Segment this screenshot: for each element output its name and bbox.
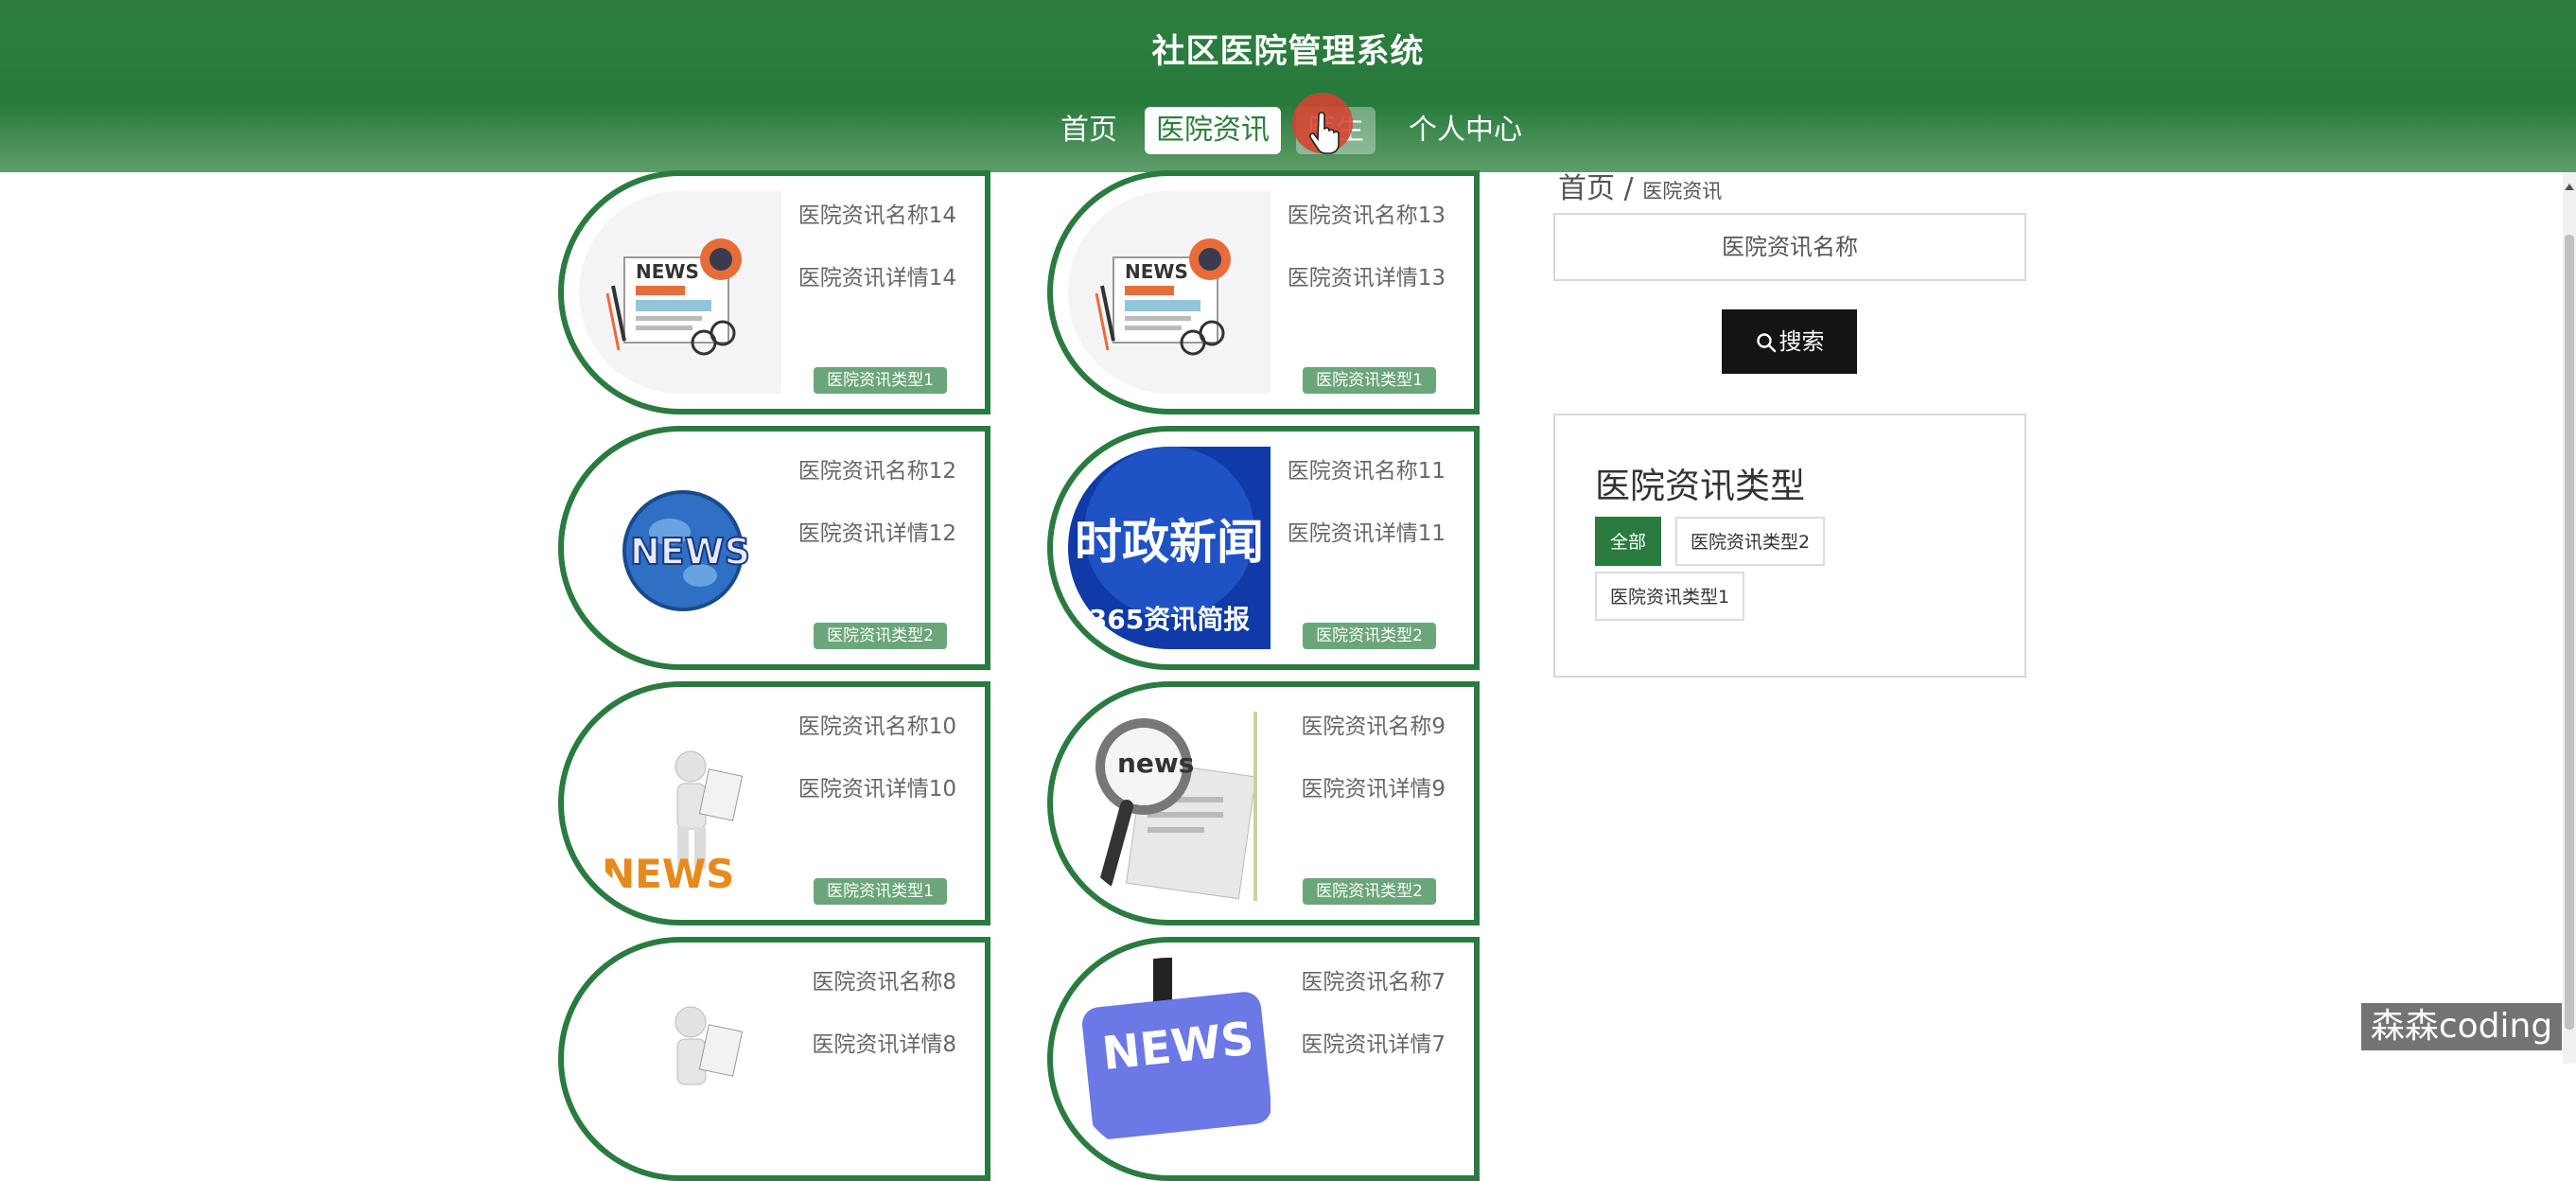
news-name-search-input[interactable] [1553, 213, 2026, 281]
news-thumbnail: NEWS [579, 191, 781, 394]
news-thumbnail: NEWS [579, 702, 781, 905]
nav-personal-center[interactable]: 个人中心 [1394, 107, 1536, 154]
nav-home[interactable]: 首页 [1050, 107, 1128, 154]
breadcrumb-current: 医院资讯 [1642, 180, 1723, 203]
newspaper-illustration-icon: NEWS [579, 191, 781, 394]
type-tag-type1[interactable]: 医院资讯类型1 [1595, 572, 1745, 621]
search-button-label: 搜索 [1779, 328, 1825, 355]
news-card[interactable]: 医院资讯名称8 医院资讯详情8 [558, 937, 990, 1181]
breadcrumb: 首页 / 医院资讯 [1558, 165, 1722, 206]
news-card[interactable]: NEWS 医院资讯名称12 医院资讯详情12 医院资讯类型2 [558, 426, 990, 670]
page-scrollbar[interactable] [2563, 172, 2576, 1064]
news-globe-icon: NEWS [579, 447, 781, 649]
news-type-panel: 医院资讯类型 全部 医院资讯类型2 医院资讯类型1 [1553, 414, 2026, 678]
news-detail: 医院资讯详情12 [797, 521, 956, 546]
type-tag-all[interactable]: 全部 [1595, 517, 1662, 566]
news-type-badge: 医院资讯类型1 [814, 367, 947, 394]
news-title[interactable]: 医院资讯名称10 [798, 708, 956, 740]
svg-text:NEWS: NEWS [630, 531, 750, 573]
main-nav: 首页 医院资讯 医生 个人中心 [0, 107, 2576, 154]
search-button[interactable]: 搜索 [1722, 309, 1857, 374]
news-type-title: 医院资讯类型 [1595, 466, 1805, 506]
news-card[interactable]: NEWS 医院资讯名称14 医院资讯详情14 医院资讯类型1 [558, 170, 990, 414]
news-detail: 医院资讯详情9 [1301, 777, 1446, 802]
svg-text:NEWS: NEWS [602, 851, 734, 897]
type-tag-type2[interactable]: 医院资讯类型2 [1675, 517, 1826, 566]
news-magnifier-icon: news [1068, 702, 1270, 905]
news-detail: 医院资讯详情10 [797, 777, 956, 802]
news-thumbnail [579, 958, 781, 1160]
news-thumbnail: NEWS [579, 447, 781, 649]
news-thumbnail: NEWS [1068, 958, 1270, 1160]
news-thumbnail: NEWS [1068, 191, 1270, 394]
news-thumbnail: news [1068, 702, 1270, 905]
breadcrumb-home[interactable]: 首页 [1558, 172, 1615, 205]
nav-hospital-news[interactable]: 医院资讯 [1145, 107, 1281, 154]
news-type-badge: 医院资讯类型1 [1303, 367, 1436, 394]
news-blue-sign-icon: NEWS [1068, 958, 1270, 1160]
person-reading-news-icon [579, 958, 781, 1160]
news-title[interactable]: 医院资讯名称9 [1301, 708, 1446, 740]
hand-pointer-icon [1309, 112, 1340, 154]
news-card[interactable]: news 医院资讯名称9 医院资讯详情9 医院资讯类型2 [1047, 681, 1480, 925]
svg-text:NEWS: NEWS [636, 260, 699, 283]
news-title[interactable]: 医院资讯名称11 [1288, 452, 1446, 485]
site-title: 社区医院管理系统 [1151, 33, 1425, 71]
news-title[interactable]: 医院资讯名称14 [798, 197, 956, 229]
news-type-badge: 医院资讯类型1 [814, 878, 947, 905]
news-detail: 医院资讯详情11 [1287, 521, 1446, 546]
news-detail: 医院资讯详情14 [797, 266, 956, 291]
news-detail: 医院资讯详情7 [1301, 1032, 1446, 1057]
scrollbar-thumb[interactable] [2565, 235, 2574, 1030]
news-detail: 医院资讯详情13 [1287, 266, 1446, 291]
news-title[interactable]: 医院资讯名称12 [798, 452, 956, 485]
news-detail: 医院资讯详情8 [812, 1032, 956, 1057]
person-reading-news-icon: NEWS [579, 702, 781, 905]
news-title[interactable]: 医院资讯名称13 [1288, 197, 1446, 229]
news-title[interactable]: 医院资讯名称7 [1301, 963, 1446, 996]
news-card[interactable]: 时政新闻 365资讯简报 医院资讯名称11 医院资讯详情11 医院资讯类型2 [1047, 426, 1480, 670]
search-icon [1756, 333, 1776, 353]
scroll-up-arrow-icon[interactable] [2564, 182, 2575, 193]
newspaper-illustration-icon: NEWS [1068, 191, 1270, 394]
news-card[interactable]: NEWS 医院资讯名称7 医院资讯详情7 [1047, 937, 1480, 1181]
news-title[interactable]: 医院资讯名称8 [812, 963, 956, 996]
news-type-badge: 医院资讯类型2 [814, 623, 947, 649]
news-thumbnail: 时政新闻 365资讯简报 [1068, 447, 1270, 649]
news-card[interactable]: NEWS 医院资讯名称13 医院资讯详情13 医院资讯类型1 [1047, 170, 1480, 414]
top-header: 社区医院管理系统 首页 医院资讯 医生 个人中心 [0, 0, 2576, 172]
svg-text:news: news [1117, 748, 1194, 779]
news-type-badge: 医院资讯类型2 [1303, 878, 1436, 905]
political-news-banner-icon: 时政新闻 365资讯简报 [1068, 447, 1270, 649]
news-type-badge: 医院资讯类型2 [1303, 623, 1436, 649]
breadcrumb-separator: / [1623, 172, 1634, 205]
svg-text:时政新闻: 时政新闻 [1075, 515, 1264, 570]
svg-text:NEWS: NEWS [1125, 260, 1188, 283]
news-card[interactable]: NEWS 医院资讯名称10 医院资讯详情10 医院资讯类型1 [558, 681, 990, 925]
svg-text:365资讯简报: 365资讯简报 [1089, 604, 1250, 635]
video-watermark: 森森coding [2361, 1003, 2562, 1050]
